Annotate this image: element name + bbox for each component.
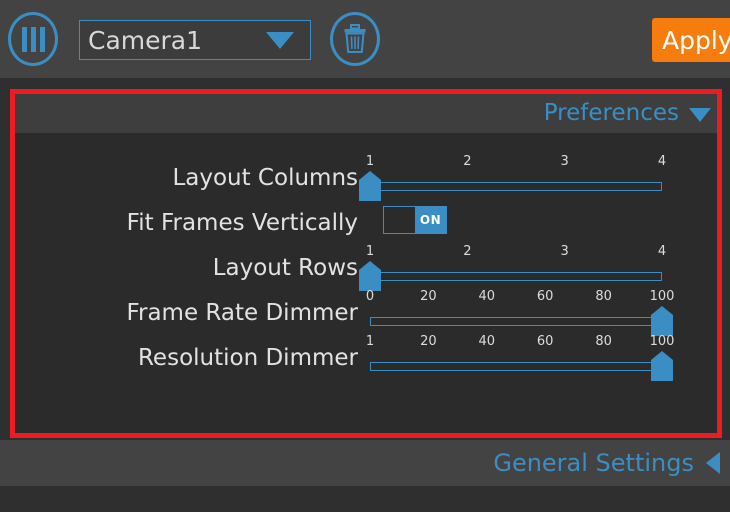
slider-tick-label: 20 bbox=[420, 334, 437, 349]
slider-tick-label: 3 bbox=[560, 244, 569, 259]
slider-tick-label: 4 bbox=[657, 154, 667, 169]
slider-tick-label: 1 bbox=[365, 334, 375, 349]
slider-tick-label: 1 bbox=[365, 244, 375, 259]
slider[interactable]: 1 2 3 4 bbox=[359, 244, 666, 291]
general-settings-label: General Settings bbox=[493, 449, 694, 477]
slider-tick-label: 20 bbox=[420, 289, 437, 304]
camera-select-value: Camera1 bbox=[88, 25, 203, 55]
slider[interactable]: 1 2 3 4 bbox=[359, 154, 666, 201]
preference-row-control: 1 2 3 4 bbox=[359, 244, 670, 291]
slider-track[interactable] bbox=[370, 362, 662, 371]
preference-row-label: Resolution Dimmer bbox=[137, 344, 358, 371]
preference-row-label: Frame Rate Dimmer bbox=[126, 299, 358, 326]
slider-tick-label: 0 bbox=[365, 289, 375, 304]
preference-row-label: Fit Frames Vertically bbox=[126, 209, 358, 236]
preference-row-control: 1 20 40 60 80 100 bbox=[366, 334, 675, 381]
columns-layout-icon bbox=[21, 26, 45, 52]
preference-row: Layout Columns 1 2 3 4 bbox=[15, 154, 717, 201]
slider-tick-label: 100 bbox=[649, 334, 675, 349]
slider-tick-label: 40 bbox=[478, 289, 496, 304]
slider-tick-label: 60 bbox=[536, 334, 554, 349]
preference-row: Layout Rows 1 2 3 4 bbox=[15, 244, 717, 291]
slider-tick-label: 2 bbox=[463, 244, 472, 259]
slider-tick-label: 4 bbox=[657, 244, 667, 259]
trash-icon bbox=[344, 24, 366, 53]
slider-ticks: 0 20 40 60 80 100 bbox=[366, 289, 675, 309]
preference-row: Frame Rate Dimmer 0 20 40 60 80 100 bbox=[15, 289, 717, 336]
toggle-knob bbox=[384, 207, 415, 233]
slider-handle[interactable] bbox=[359, 171, 381, 201]
toggle-switch[interactable]: ON bbox=[383, 206, 447, 234]
slider-tick-label: 80 bbox=[595, 334, 612, 349]
slider-ticks: 1 20 40 60 80 100 bbox=[366, 334, 675, 354]
slider-handle[interactable] bbox=[651, 306, 673, 336]
slider-tick-label: 80 bbox=[595, 289, 612, 304]
app-window: Camera1 Apply Preferences Layout Columns… bbox=[0, 0, 730, 512]
preference-row-label: Layout Rows bbox=[212, 254, 358, 281]
preference-row: Fit Frames Vertically ON bbox=[15, 200, 717, 245]
slider[interactable]: 0 20 40 60 80 100 bbox=[366, 289, 675, 336]
slider-tick-label: 2 bbox=[463, 154, 472, 169]
slider-tick-label: 40 bbox=[478, 334, 496, 349]
preferences-header[interactable]: Preferences bbox=[15, 94, 717, 133]
slider-track[interactable] bbox=[370, 182, 662, 191]
camera-select[interactable]: Camera1 bbox=[79, 20, 311, 60]
general-settings-bar[interactable]: General Settings bbox=[0, 440, 730, 486]
slider-handle[interactable] bbox=[651, 351, 673, 381]
slider-ticks: 1 2 3 4 bbox=[366, 244, 666, 264]
slider-tick-label: 100 bbox=[649, 289, 675, 304]
preference-row-label: Layout Columns bbox=[172, 164, 358, 191]
preferences-title: Preferences bbox=[543, 100, 679, 126]
window-bottom-area bbox=[0, 486, 730, 512]
slider[interactable]: 1 20 40 60 80 100 bbox=[366, 334, 675, 381]
delete-button[interactable] bbox=[330, 12, 380, 66]
layout-columns-button[interactable] bbox=[8, 12, 58, 66]
slider-handle[interactable] bbox=[359, 261, 381, 291]
chevron-down-icon bbox=[266, 31, 294, 49]
slider-track[interactable] bbox=[370, 272, 662, 281]
preference-row-control: ON bbox=[370, 200, 670, 245]
chevron-left-icon bbox=[706, 452, 720, 474]
preference-row-control: 1 2 3 4 bbox=[359, 154, 670, 201]
toggle-state-label: ON bbox=[415, 207, 446, 233]
slider-tick-label: 3 bbox=[560, 154, 569, 169]
preference-row-control: 0 20 40 60 80 100 bbox=[366, 289, 675, 336]
preferences-panel-highlight: Preferences Layout Columns 1 2 3 4 Fit Frames… bbox=[10, 89, 722, 438]
top-toolbar: Camera1 Apply bbox=[0, 0, 730, 78]
preference-row: Resolution Dimmer 1 20 40 60 80 100 bbox=[15, 334, 717, 381]
slider-track[interactable] bbox=[370, 317, 662, 326]
apply-button[interactable]: Apply bbox=[652, 18, 730, 62]
preferences-rows: Layout Columns 1 2 3 4 Fit Frames Vertically O… bbox=[15, 133, 717, 433]
slider-tick-label: 60 bbox=[536, 289, 554, 304]
chevron-down-icon bbox=[689, 108, 711, 122]
slider-tick-label: 1 bbox=[365, 154, 375, 169]
slider-ticks: 1 2 3 4 bbox=[366, 154, 666, 174]
